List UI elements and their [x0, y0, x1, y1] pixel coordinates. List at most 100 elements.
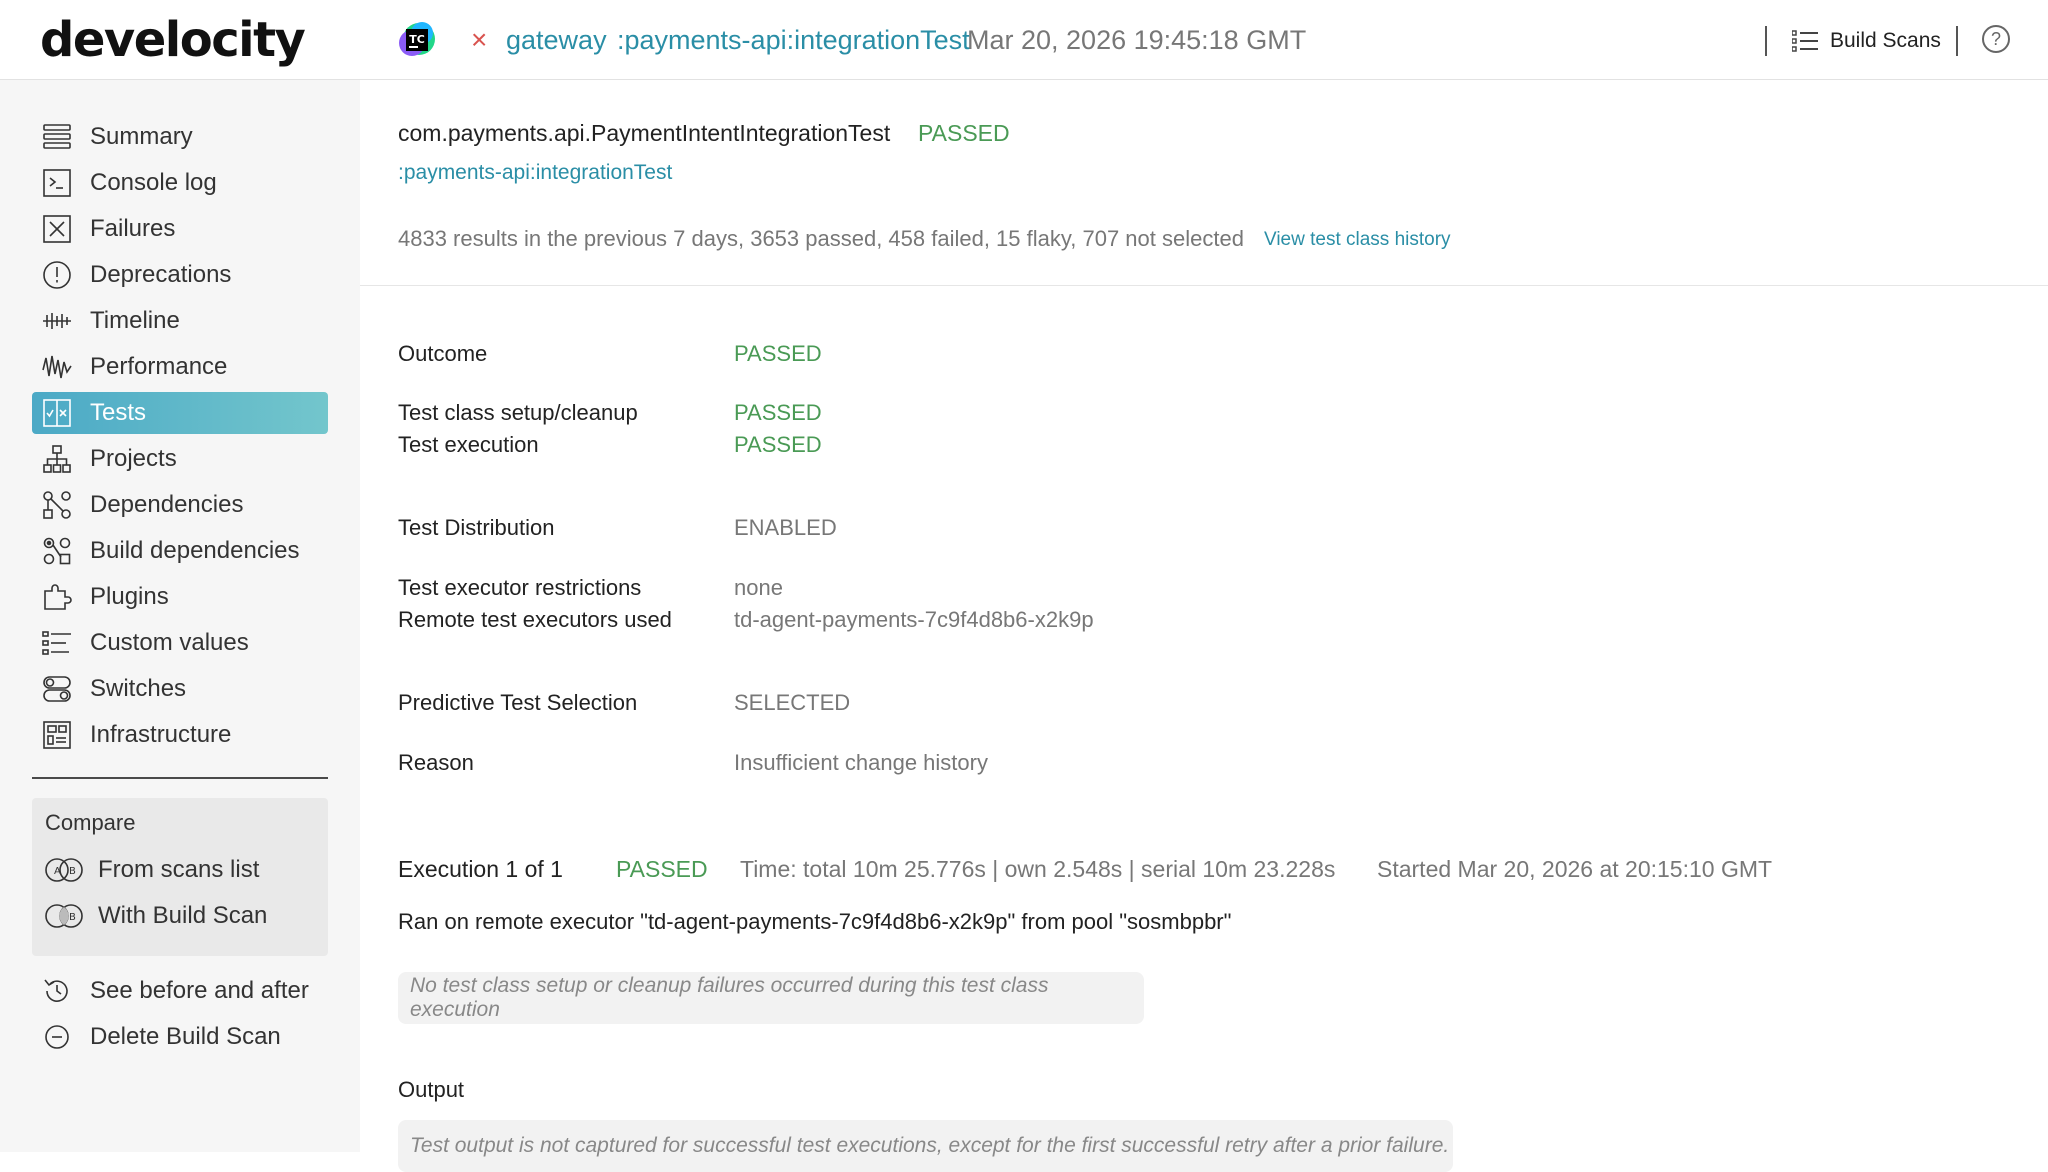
execution-status: PASSED: [616, 856, 708, 882]
reason-label: Reason: [398, 750, 474, 775]
sidebar-divider: [32, 777, 328, 779]
execution-started: Started Mar 20, 2026 at 20:15:10 GMT: [1377, 856, 1773, 882]
sidebar-item-label: Console log: [90, 169, 217, 196]
sidebar-item-label: Plugins: [90, 583, 169, 610]
header-divider: [1956, 26, 1958, 56]
outcome-label: Outcome: [398, 341, 488, 366]
outcome-value: PASSED: [734, 341, 822, 366]
sidebar-item-label: Build dependencies: [90, 537, 300, 564]
build-timestamp: Mar 20, 2026 19:45:18 GMT: [967, 25, 1307, 55]
section-divider: [360, 285, 2048, 286]
test-execution-value: PASSED: [734, 432, 822, 457]
no-failures-note: No test class setup or cleanup failures …: [398, 972, 1144, 1024]
compare-circles-icon: A B: [45, 858, 83, 882]
sidebar-item-tests[interactable]: Tests: [32, 392, 328, 434]
history-summary: 4833 results in the previous 7 days, 365…: [398, 226, 1244, 251]
reason-value: Insufficient change history: [734, 750, 988, 775]
test-class-status: PASSED: [918, 120, 1010, 146]
executor-restrictions-value: none: [734, 575, 783, 600]
delete-build-scan[interactable]: Delete Build Scan: [32, 1016, 328, 1058]
sidebar-item-label: Deprecations: [90, 261, 232, 288]
sidebar-item-projects[interactable]: Projects: [32, 438, 328, 480]
svg-text:B: B: [69, 866, 76, 877]
remote-executors-value: td-agent-payments-7c9f4d8b6-x2k9p: [734, 607, 1094, 632]
view-test-class-history-link[interactable]: View test class history: [1264, 229, 1451, 251]
output-heading: Output: [398, 1077, 465, 1102]
compare-panel: Compare A B From scans list B With Build…: [32, 798, 328, 956]
sidebar-item-plugins[interactable]: Plugins: [32, 576, 328, 618]
list-icon: [1792, 30, 1818, 52]
sidebar-item-label: Custom values: [90, 629, 249, 656]
sidebar-item-dependencies[interactable]: Dependencies: [32, 484, 328, 526]
executor-info: Ran on remote executor "td-agent-payment…: [398, 909, 1232, 934]
tests-icon: [42, 398, 72, 428]
setup-cleanup-label: Test class setup/cleanup: [398, 400, 638, 425]
build-scans-label: Build Scans: [1830, 29, 1941, 52]
remote-executors-label: Remote test executors used: [398, 607, 672, 632]
sidebar-item-label: Projects: [90, 445, 177, 472]
execution-time: Time: total 10m 25.776s | own 2.548s | s…: [740, 856, 1336, 882]
project-link[interactable]: gateway: [506, 24, 607, 56]
sidebar-item-switches[interactable]: Switches: [32, 668, 328, 710]
summary-icon: [42, 122, 72, 152]
see-before-and-after-label: See before and after: [90, 977, 309, 1004]
sidebar-item-build-dependencies[interactable]: Build dependencies: [32, 530, 328, 572]
switches-icon: [42, 674, 72, 704]
predictive-test-selection-value: SELECTED: [734, 690, 851, 715]
delete-build-scan-label: Delete Build Scan: [90, 1023, 281, 1050]
teamcity-badge-icon[interactable]: TC: [398, 21, 436, 59]
executor-restrictions-label: Test executor restrictions: [398, 575, 642, 600]
sidebar-item-label: Switches: [90, 675, 187, 702]
sidebar-item-infrastructure[interactable]: Infrastructure: [32, 714, 328, 756]
compare-circles-icon: B: [45, 904, 83, 928]
test-class-name: com.payments.api.PaymentIntentIntegratio…: [398, 120, 891, 146]
sidebar-item-failures[interactable]: Failures: [32, 208, 328, 250]
see-before-and-after[interactable]: See before and after: [32, 970, 328, 1012]
deprecations-icon: [42, 260, 72, 290]
header-divider: [1765, 26, 1767, 56]
svg-text:A: A: [54, 866, 61, 877]
sidebar-item-label: Infrastructure: [90, 721, 232, 748]
compare-with-build-scan[interactable]: B With Build Scan: [44, 898, 267, 934]
failures-icon: [42, 214, 72, 244]
svg-text:TC: TC: [409, 33, 425, 46]
help-icon[interactable]: ?: [1982, 25, 2010, 53]
custom-values-icon: [42, 628, 72, 658]
compare-title: Compare: [45, 810, 136, 835]
top-header: develocity TC × gateway :payments-api:in…: [0, 0, 2048, 80]
main-content: com.payments.api.PaymentIntentIntegratio…: [360, 80, 2048, 1172]
sidebar-item-label: Performance: [90, 353, 228, 380]
sidebar-item-console-log[interactable]: Console log: [32, 162, 328, 204]
sidebar-item-summary[interactable]: Summary: [32, 116, 328, 158]
history-icon: [42, 976, 72, 1006]
develocity-logo[interactable]: develocity: [40, 12, 306, 68]
execution-title: Execution 1 of 1: [398, 856, 563, 882]
build-dependencies-icon: [42, 536, 72, 566]
dependencies-icon: [42, 490, 72, 520]
performance-icon: [42, 352, 72, 382]
output-note: Test output is not captured for successf…: [398, 1120, 1453, 1172]
sidebar-item-deprecations[interactable]: Deprecations: [32, 254, 328, 296]
sidebar-item-label: Dependencies: [90, 491, 244, 518]
task-link[interactable]: :payments-api:integrationTest: [398, 161, 672, 185]
infrastructure-icon: [42, 720, 72, 750]
sidebar-item-label: Tests: [90, 399, 147, 426]
sidebar-item-custom-values[interactable]: Custom values: [32, 622, 328, 664]
sidebar-item-performance[interactable]: Performance: [32, 346, 328, 388]
test-distribution-value: ENABLED: [734, 515, 837, 540]
test-execution-label: Test execution: [398, 432, 539, 457]
failed-status-icon: ×: [471, 24, 488, 55]
setup-cleanup-value: PASSED: [734, 400, 822, 425]
sidebar-item-timeline[interactable]: Timeline: [32, 300, 328, 342]
compare-from-scans-list-label: From scans list: [98, 856, 260, 883]
build-scans-button[interactable]: Build Scans: [1792, 26, 1941, 56]
compare-from-scans-list[interactable]: A B From scans list: [44, 852, 259, 888]
sidebar-item-label: Failures: [90, 215, 176, 242]
delete-icon: [42, 1022, 72, 1052]
sidebar-item-label: Summary: [90, 123, 193, 150]
task-link[interactable]: :payments-api:integrationTest: [617, 24, 970, 56]
console-icon: [42, 168, 72, 198]
sidebar: Summary Console log Failures Deprecation…: [0, 80, 360, 1152]
predictive-test-selection-label: Predictive Test Selection: [398, 690, 638, 715]
compare-with-build-scan-label: With Build Scan: [98, 902, 268, 929]
